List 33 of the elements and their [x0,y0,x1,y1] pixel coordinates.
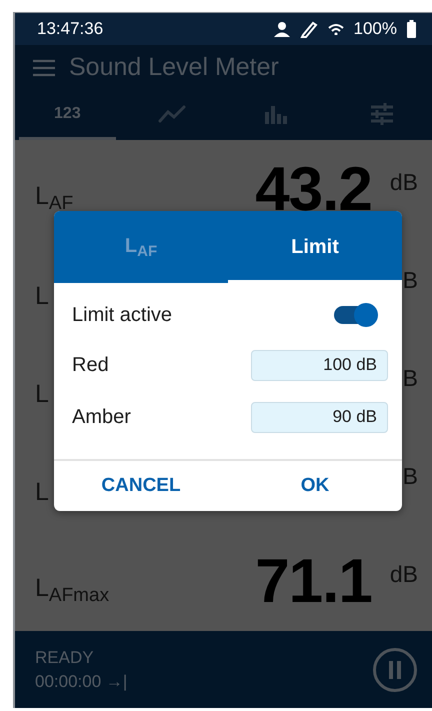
measure-label: L$_{AFmax}$ [35,574,110,608]
bars-icon [264,104,290,124]
status-text: READY [35,648,95,668]
field-label: Amber [72,406,131,428]
pen-icon [300,20,318,38]
input-field[interactable]: 90 dB [251,402,388,432]
unit-label: B [402,365,418,392]
unit-label: B [402,266,418,294]
battery-icon [407,20,416,38]
clock-time: 13:47:36 [37,19,104,39]
wifi-icon [328,23,344,35]
limit-switch[interactable] [334,306,376,324]
sliders-icon [370,102,394,124]
app-title: Sound Level Meter [69,53,279,82]
unit-label: B [402,463,418,490]
measure-label: L [35,380,49,409]
person-icon [274,22,290,36]
measure-label: L [35,282,49,311]
trend-icon [158,104,186,124]
unit-label: dB [390,561,418,588]
unit-label: dB [390,168,418,196]
cancel-button[interactable]: CANCEL [54,461,228,511]
field-label: Red [72,354,109,376]
input-field[interactable]: 100 dB [251,350,388,380]
menu-icon[interactable] [33,58,55,76]
battery-percent: 100% [354,19,397,39]
ok-button[interactable]: OK [228,461,402,511]
dialog-tab[interactable]: Limit [228,211,402,283]
pause-icon[interactable] [372,646,418,692]
toggle-label: Limit active [72,304,172,326]
timer-text: 00:00:00 →| [35,672,128,692]
measure-value: 71.1 [255,546,372,618]
measure-label: L [35,478,49,508]
